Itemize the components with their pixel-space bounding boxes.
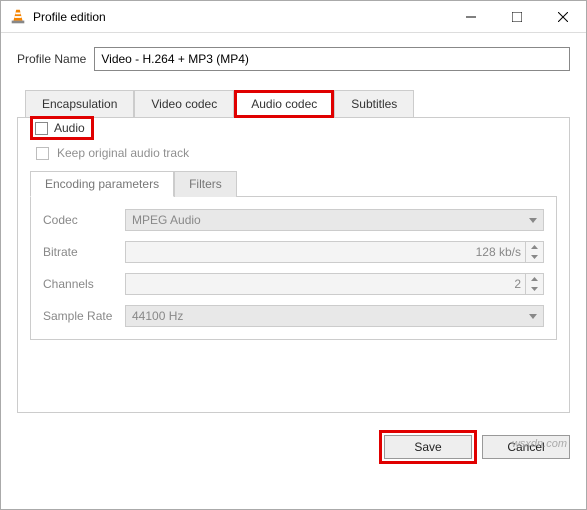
window-buttons — [448, 1, 586, 32]
maximize-button[interactable] — [494, 1, 540, 32]
channels-spin-buttons — [525, 274, 543, 294]
save-button[interactable]: Save — [384, 435, 472, 459]
samplerate-row: Sample Rate 44100 Hz — [43, 305, 544, 327]
profile-name-label: Profile Name — [17, 52, 86, 66]
channels-spinner[interactable]: 2 — [125, 273, 544, 295]
keep-original-checkbox[interactable] — [36, 147, 49, 160]
samplerate-value: 44100 Hz — [132, 309, 183, 323]
tab-encapsulation[interactable]: Encapsulation — [25, 90, 134, 118]
subtab-filters[interactable]: Filters — [174, 171, 237, 197]
minimize-button[interactable] — [448, 1, 494, 32]
channels-label: Channels — [43, 277, 125, 291]
audio-enable-label: Audio — [54, 121, 85, 135]
codec-value: MPEG Audio — [132, 213, 201, 227]
subtab-encoding[interactable]: Encoding parameters — [30, 171, 174, 197]
codec-label: Codec — [43, 213, 125, 227]
dialog-content: Profile Name Encapsulation Video codec A… — [1, 33, 586, 423]
profile-name-row: Profile Name — [17, 47, 570, 71]
dialog-footer: Save Cancel — [1, 423, 586, 471]
chevron-down-icon — [529, 309, 537, 323]
bitrate-row: Bitrate 128 kb/s — [43, 241, 544, 263]
tab-video-codec[interactable]: Video codec — [134, 90, 234, 118]
tab-audio-codec[interactable]: Audio codec — [234, 90, 334, 118]
bitrate-spinner[interactable]: 128 kb/s — [125, 241, 544, 263]
watermark-text: wsxdn.com — [512, 438, 567, 450]
samplerate-dropdown[interactable]: 44100 Hz — [125, 305, 544, 327]
keep-original-label: Keep original audio track — [57, 146, 189, 160]
vlc-icon — [9, 8, 27, 26]
audio-enable-checkbox[interactable] — [35, 122, 48, 135]
bitrate-value: 128 kb/s — [476, 245, 521, 259]
titlebar: Profile edition — [1, 1, 586, 33]
main-tabs: Encapsulation Video codec Audio codec Su… — [25, 89, 570, 117]
profile-name-input[interactable] — [94, 47, 570, 71]
codec-dropdown[interactable]: MPEG Audio — [125, 209, 544, 231]
channels-down-button[interactable] — [526, 284, 543, 294]
bitrate-label: Bitrate — [43, 245, 125, 259]
bitrate-down-button[interactable] — [526, 252, 543, 262]
audio-subtabs: Encoding parameters Filters — [30, 170, 557, 196]
channels-value: 2 — [514, 277, 521, 291]
audio-checkbox-group: Audio — [30, 116, 94, 140]
bitrate-up-button[interactable] — [526, 242, 543, 252]
keep-original-row: Keep original audio track — [36, 146, 557, 160]
tab-panel-audio-codec: Audio Keep original audio track Encoding… — [17, 117, 570, 413]
codec-row: Codec MPEG Audio — [43, 209, 544, 231]
tab-subtitles[interactable]: Subtitles — [334, 90, 414, 118]
channels-row: Channels 2 — [43, 273, 544, 295]
close-button[interactable] — [540, 1, 586, 32]
bitrate-spin-buttons — [525, 242, 543, 262]
encoding-parameters-panel: Codec MPEG Audio Bitrate 128 kb/s — [30, 196, 557, 340]
channels-up-button[interactable] — [526, 274, 543, 284]
samplerate-label: Sample Rate — [43, 309, 125, 323]
window-title: Profile edition — [33, 10, 448, 24]
chevron-down-icon — [529, 213, 537, 227]
